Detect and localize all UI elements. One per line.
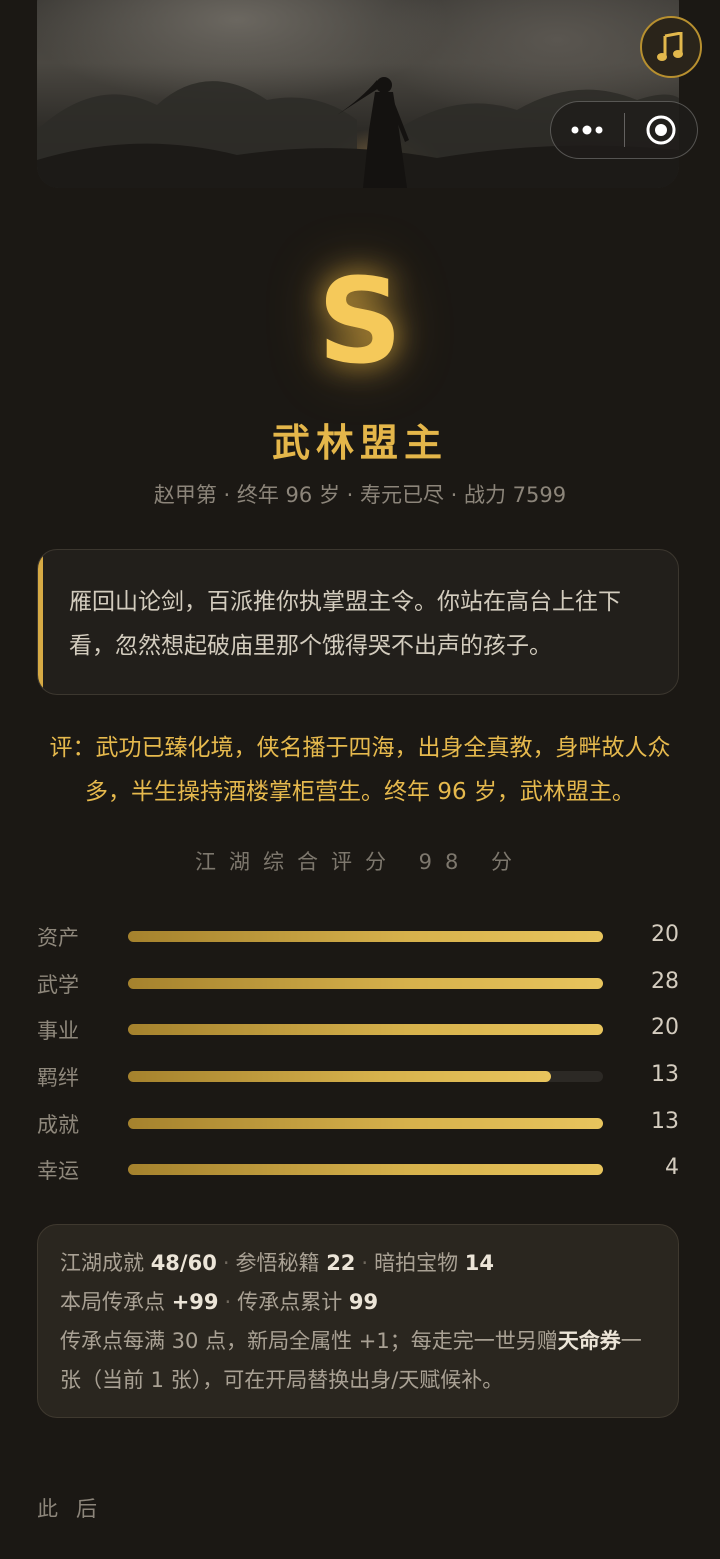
- attribute-bar-track: [128, 1164, 603, 1176]
- more-button[interactable]: [551, 101, 624, 159]
- ending-quote-card: 雁回山论剑，百派推你执掌盟主令。你站在高台上往下看，忽然想起破庙里那个饿得哭不出…: [37, 549, 679, 695]
- music-toggle-button[interactable]: [640, 16, 702, 78]
- achievement-label: 江湖成就: [60, 1251, 144, 1275]
- attribute-bar-fill: [128, 1024, 603, 1036]
- attribute-bar-fill: [128, 1117, 603, 1129]
- ending-review: 评：武功已臻化境，侠名播于四海，出身全真教，身畔故人众多，半生操持酒楼掌柜营生。…: [49, 735, 671, 805]
- attribute-label: 羁绊: [37, 1066, 79, 1091]
- legacy-total-label: 传承点累计: [237, 1290, 343, 1314]
- stats-card: 江湖成就 48/60 · 参悟秘籍 22 · 暗拍宝物 14 本局传承点 +99 · 传承点…: [37, 1224, 679, 1418]
- attribute-bars: 资产 20 武学 28 事业 20 羁绊 13 成就 13 幸运 4: [37, 918, 683, 1198]
- attribute-bar-track: [128, 1117, 603, 1129]
- attribute-bar-fill: [128, 1071, 551, 1083]
- ending-quote-text: 雁回山论剑，百派推你执掌盟主令。你站在高台上往下看，忽然想起破庙里那个饿得哭不出…: [69, 589, 621, 659]
- attribute-value: 13: [651, 1062, 679, 1088]
- attribute-label: 资产: [37, 926, 79, 950]
- separator-dot: ·: [222, 1251, 230, 1275]
- attribute-label: 事业: [37, 1019, 79, 1044]
- stats-line-1: 江湖成就 48/60 · 参悟秘籍 22 · 暗拍宝物 14: [60, 1244, 656, 1283]
- attribute-value: 20: [651, 922, 679, 947]
- separator-dot: ·: [361, 1251, 369, 1275]
- secret-label: 参悟秘籍: [235, 1251, 320, 1275]
- attribute-bar-fill: [128, 977, 603, 989]
- attribute-row: 幸运 4: [37, 1151, 683, 1198]
- legacy-value: +99: [171, 1290, 219, 1314]
- hero-banner-image: [37, 0, 679, 188]
- attribute-row: 武学 28: [37, 965, 683, 1012]
- attribute-label: 幸运: [37, 1159, 79, 1184]
- stats-line-2: 本局传承点 +99 · 传承点累计 99: [60, 1283, 656, 1322]
- overall-score: 江湖综合评分 98 分: [194, 850, 526, 874]
- close-miniprogram-button[interactable]: [625, 101, 698, 159]
- fate-ticket-highlight: 天命券: [557, 1329, 621, 1353]
- secret-value: 22: [326, 1251, 356, 1275]
- attribute-row: 成就 13: [37, 1105, 683, 1152]
- attribute-value: 4: [665, 1155, 679, 1181]
- music-note-icon: [657, 32, 683, 61]
- attribute-bar-track: [128, 931, 603, 942]
- attribute-value: 28: [651, 968, 679, 994]
- attribute-row: 羁绊 13: [37, 1058, 683, 1105]
- achievement-value: 48/60: [150, 1251, 217, 1275]
- character-meta: 赵甲第 · 终年 96 岁 · 寿元已尽 · 战力 7599: [153, 483, 567, 507]
- separator-dot: ·: [224, 1290, 232, 1314]
- treasure-label: 暗拍宝物: [374, 1251, 459, 1275]
- ending-title: 武林盟主: [271, 421, 448, 465]
- attribute-label: 武学: [37, 972, 79, 997]
- more-dots-icon: [571, 125, 603, 135]
- after-section-heading: 此后: [37, 1497, 115, 1521]
- miniprogram-capsule: [550, 101, 698, 159]
- attribute-value: 20: [651, 1015, 679, 1041]
- attribute-row: 资产 20: [37, 918, 683, 965]
- legacy-total-value: 99: [348, 1290, 379, 1314]
- attribute-row: 事业 20: [37, 1011, 683, 1058]
- legacy-note-prefix: 传承点每满 30 点，新局全属性 +1；每走完一世另赠: [60, 1329, 558, 1353]
- legacy-label: 本局传承点: [60, 1290, 165, 1314]
- attribute-bar-track: [128, 977, 603, 989]
- grade-letter: S: [317, 252, 403, 390]
- attribute-bar-track: [128, 1071, 603, 1083]
- attribute-bar-fill: [128, 931, 603, 942]
- treasure-value: 14: [464, 1251, 495, 1275]
- legacy-note: 传承点每满 30 点，新局全属性 +1；每走完一世另赠天命券一张（当前 1 张）…: [60, 1322, 656, 1400]
- attribute-value: 13: [651, 1108, 679, 1134]
- attribute-bar-fill: [128, 1164, 603, 1176]
- attribute-bar-track: [128, 1024, 603, 1036]
- attribute-label: 成就: [37, 1112, 79, 1137]
- target-circle-icon: [646, 115, 676, 145]
